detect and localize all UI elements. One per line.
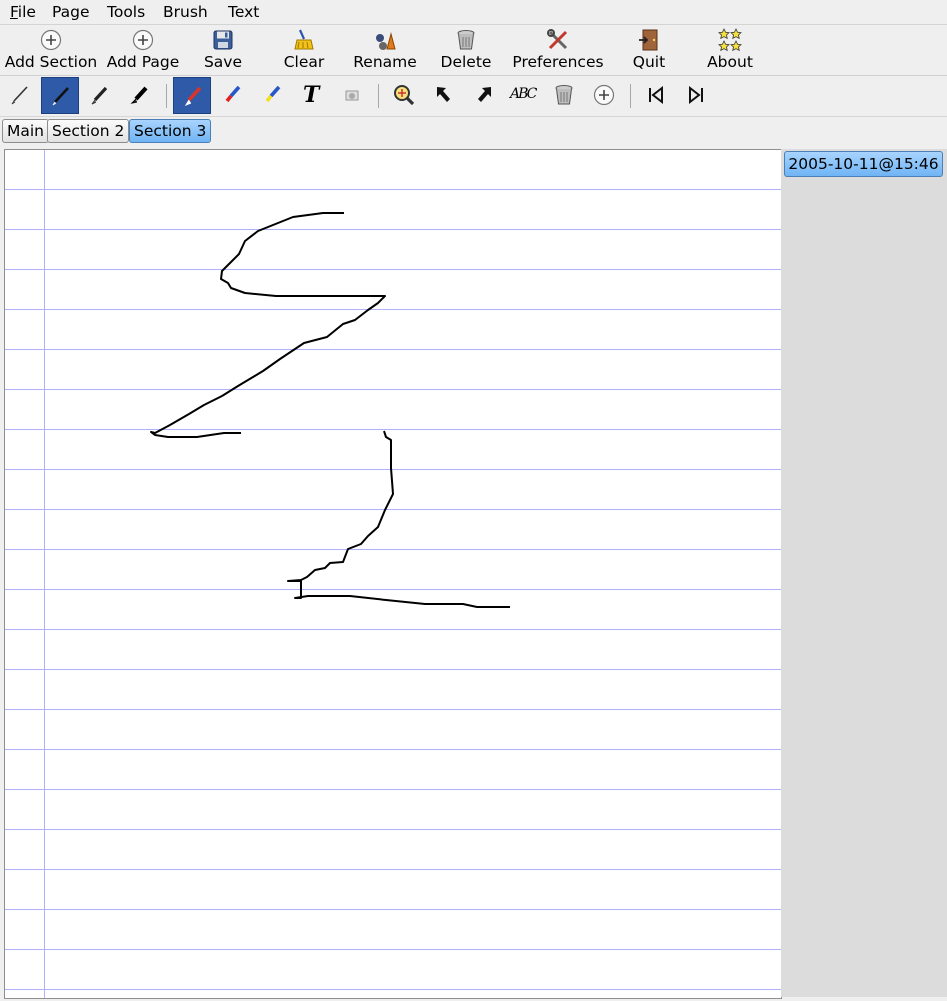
marker-tool[interactable] [121, 77, 159, 114]
pencil-medium-tool[interactable] [41, 77, 79, 114]
ink-stroke [287, 430, 510, 608]
save-button[interactable]: Save [193, 25, 253, 75]
toolbar-separator [378, 84, 379, 108]
stars-icon [718, 28, 742, 52]
spell-check-icon: ABC [510, 86, 537, 102]
highlighter-tool[interactable] [253, 77, 291, 114]
trash-can-icon [457, 30, 475, 50]
first-page-tool[interactable] [637, 77, 675, 114]
delete-button[interactable]: Delete [436, 25, 496, 75]
pencil-medium-icon [52, 87, 69, 106]
quit-button[interactable]: Quit [622, 25, 676, 75]
pencil-thick-tool[interactable] [81, 77, 119, 114]
notebook-page[interactable] [4, 149, 782, 999]
exit-door-icon [639, 29, 658, 51]
tool-palette: T ABC [0, 76, 947, 117]
add-page-button[interactable]: Add Page [104, 25, 182, 75]
skip-forward-icon [689, 85, 703, 105]
tab-section-2[interactable]: Section 2 [47, 119, 130, 143]
select-up-right-tool[interactable] [465, 77, 503, 114]
red-pen-icon [184, 86, 202, 107]
text-tool[interactable]: T [293, 77, 331, 114]
add-circle-icon [40, 29, 62, 51]
ink-stroke [150, 212, 386, 438]
pencil-thick-icon [91, 86, 108, 105]
about-button[interactable]: About [700, 25, 760, 75]
arrow-up-left-icon [437, 87, 450, 102]
menu-page[interactable]: Page [52, 3, 90, 21]
last-page-tool[interactable] [677, 77, 715, 114]
clear-button[interactable]: Clear [274, 25, 334, 75]
main-toolbar: Add Section Add Page Save Clear Rename D… [0, 25, 947, 76]
floppy-disk-icon [213, 30, 233, 50]
image-icon [345, 90, 359, 101]
trash-tool[interactable] [545, 77, 583, 114]
toolbar-separator [166, 84, 167, 108]
red-pen-tool[interactable] [173, 77, 211, 114]
blue-pen-icon [225, 85, 241, 103]
rename-button[interactable]: Rename [348, 25, 422, 75]
image-tool[interactable] [333, 77, 371, 114]
zoom-tool[interactable] [385, 77, 423, 114]
pencil-thin-tool[interactable] [1, 77, 39, 114]
page-list-panel: 2005-10-11@15:46 [781, 149, 947, 997]
tab-section-3[interactable]: Section 3 [129, 119, 212, 143]
broom-icon [294, 29, 314, 50]
section-tabs: Main Section 2 Section 3 [0, 116, 947, 148]
pencil-thin-icon [11, 86, 28, 105]
spell-check-tool[interactable]: ABC [505, 77, 543, 114]
tools-icon [547, 29, 568, 50]
add-circle-icon [593, 84, 615, 106]
blue-red-pen-tool[interactable] [213, 77, 251, 114]
add-section-button[interactable]: Add Section [2, 25, 100, 75]
add-circle-icon [132, 29, 154, 51]
magnifier-icon [394, 85, 415, 106]
menu-tools[interactable]: Tools [107, 3, 145, 21]
arrow-up-right-icon [478, 87, 491, 102]
toolbar-separator [630, 84, 631, 108]
trash-can-icon [555, 85, 573, 105]
menu-text[interactable]: Text [228, 3, 259, 21]
ink-drawing [150, 212, 510, 608]
menu-file[interactable]: File [10, 3, 36, 21]
page-entry[interactable]: 2005-10-11@15:46 [784, 151, 943, 177]
marker-icon [130, 86, 148, 104]
text-tool-icon: T [303, 82, 320, 108]
preferences-button[interactable]: Preferences [508, 25, 608, 75]
new-page-tool[interactable] [585, 77, 623, 114]
highlighter-icon [265, 85, 281, 103]
menubar: File Page Tools Brush Text [0, 0, 947, 25]
select-up-left-tool[interactable] [425, 77, 463, 114]
rename-icon [376, 32, 396, 50]
tab-main[interactable]: Main [2, 119, 50, 143]
menu-brush[interactable]: Brush [163, 3, 208, 21]
skip-back-icon [649, 85, 663, 105]
